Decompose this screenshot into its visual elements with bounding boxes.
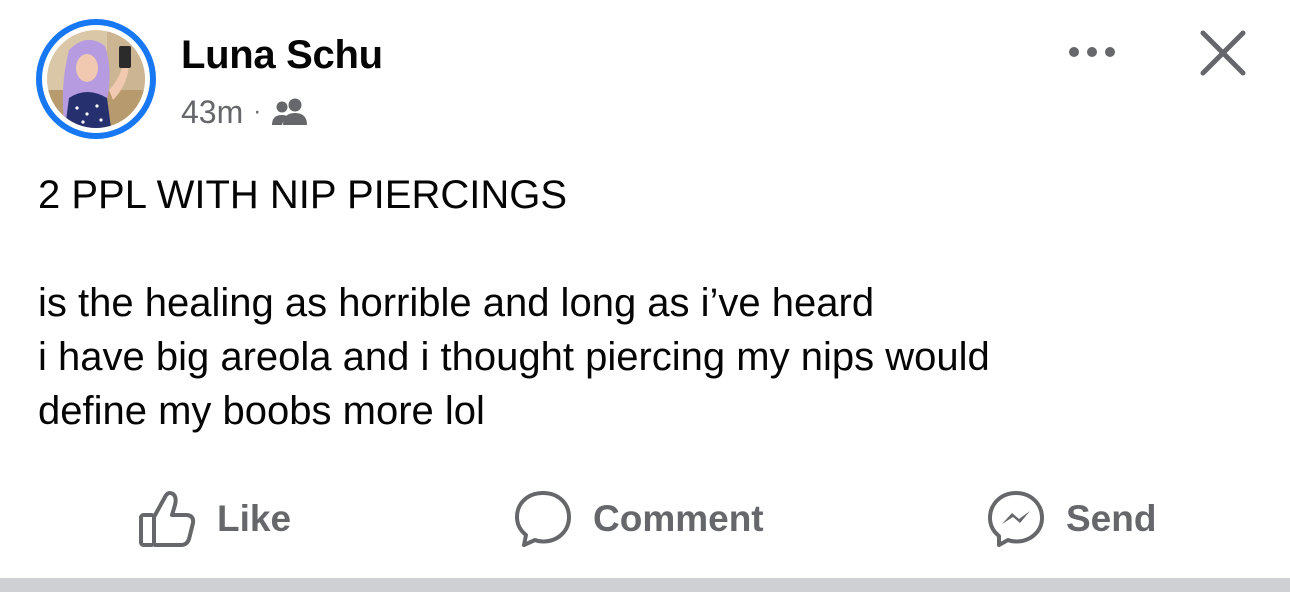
post-text-line: define my boobs more lol — [38, 389, 485, 433]
meta-separator: · — [253, 98, 262, 125]
post-text-line: i have big areola and i thought piercing… — [38, 335, 990, 379]
post-timestamp[interactable]: 43m — [181, 94, 243, 131]
post-text-blank-line — [38, 222, 1238, 276]
messenger-icon — [988, 491, 1044, 547]
send-label: Send — [1066, 498, 1157, 539]
like-label: Like — [217, 498, 292, 539]
post-text: 2 PPL WITH NIP PIERCINGS is the healing … — [38, 168, 1238, 438]
post-actions: Like Comment Send — [0, 486, 1290, 552]
close-button[interactable] — [1196, 26, 1250, 80]
comment-button[interactable]: Comment — [513, 486, 764, 552]
post-divider — [0, 578, 1290, 592]
friends-icon[interactable] — [271, 97, 309, 127]
more-horizontal-icon — [1069, 47, 1115, 57]
post-card: Luna Schu 43m · 2 PPL WITH NIP PIERCINGS — [0, 0, 1290, 592]
post-meta: 43m · — [181, 92, 309, 132]
post-text-line: is the healing as horrible and long as i… — [38, 281, 875, 325]
close-icon — [1200, 30, 1246, 76]
avatar[interactable] — [36, 19, 156, 139]
comment-icon — [515, 491, 571, 547]
author-name[interactable]: Luna Schu — [181, 33, 383, 78]
like-button[interactable]: Like — [137, 486, 291, 552]
send-button[interactable]: Send — [986, 486, 1156, 552]
comment-label: Comment — [593, 498, 764, 539]
avatar-photo — [47, 30, 145, 128]
more-options-button[interactable] — [1060, 32, 1124, 72]
post-text-line: 2 PPL WITH NIP PIERCINGS — [38, 173, 568, 217]
thumbs-up-icon — [139, 491, 196, 547]
